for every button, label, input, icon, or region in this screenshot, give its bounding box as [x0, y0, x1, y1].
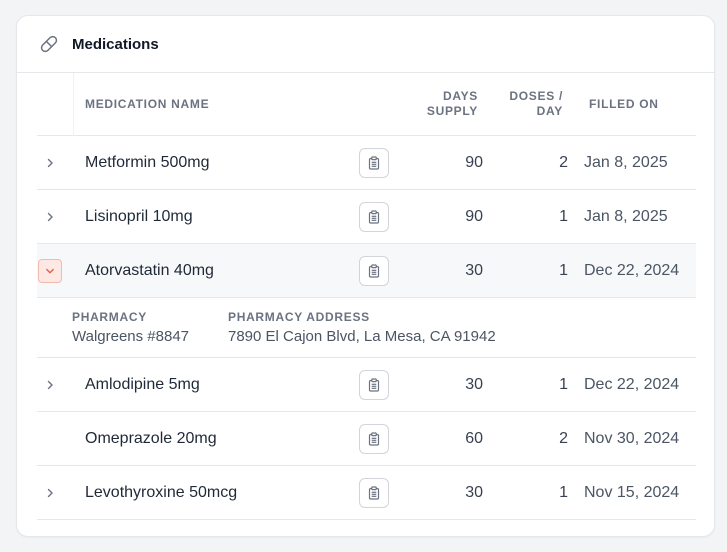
- clipboard-button[interactable]: [359, 147, 389, 178]
- pharmacy-address-value: 7890 El Cajon Blvd, La Mesa, CA 91942: [228, 328, 496, 345]
- clipboard-icon: [368, 209, 380, 224]
- days-supply: 30: [465, 483, 483, 501]
- doses-per-day: 2: [559, 153, 568, 171]
- header-days-line2: SUPPLY: [426, 104, 478, 118]
- medication-name: Amlodipine 5mg: [85, 375, 200, 393]
- filled-on-date: Nov 15, 2024: [584, 483, 680, 501]
- chevron-down-icon: [46, 268, 54, 273]
- table-row[interactable]: Omeprazole 20mg 60 2 Nov 30, 2024: [37, 412, 696, 466]
- days-supply: 30: [465, 375, 483, 393]
- doses-per-day: 1: [559, 483, 568, 501]
- header-doses-line2: DAY: [536, 104, 563, 118]
- chevron-right-icon: [47, 158, 53, 167]
- medication-name: Omeprazole 20mg: [85, 429, 217, 447]
- expand-row-button[interactable]: [38, 481, 62, 505]
- collapse-row-button[interactable]: [38, 258, 62, 283]
- clipboard-button[interactable]: [359, 255, 389, 286]
- clipboard-button[interactable]: [359, 201, 389, 232]
- table-row[interactable]: Levothyroxine 50mcg 30 1 Nov 15, 2024: [37, 466, 696, 520]
- card-header: Medications: [17, 16, 714, 73]
- pharmacy-address-label: PHARMACY ADDRESS: [228, 310, 370, 324]
- table-row[interactable]: Metformin 500mg 90 2 Jan 8, 2025: [37, 136, 696, 190]
- clipboard-button[interactable]: [359, 477, 389, 508]
- medications-table: MEDICATION NAME DAYS SUPPLY DOSES / DAY …: [37, 73, 696, 520]
- clipboard-button[interactable]: [359, 423, 389, 454]
- table-row[interactable]: Lisinopril 10mg 90 1 Jan 8, 2025: [37, 190, 696, 244]
- medication-name: Metformin 500mg: [85, 153, 210, 171]
- days-supply: 60: [465, 429, 483, 447]
- clipboard-icon: [368, 377, 380, 392]
- pharmacy-label: PHARMACY: [72, 310, 147, 324]
- clipboard-icon: [368, 155, 380, 170]
- header-days-supply: DAYS SUPPLY: [427, 89, 478, 119]
- filled-on-date: Nov 30, 2024: [584, 429, 680, 447]
- header-doses-line1: DOSES /: [509, 89, 563, 103]
- clipboard-icon: [368, 431, 380, 446]
- table-row[interactable]: Amlodipine 5mg 30 1 Dec 22, 2024: [37, 358, 696, 412]
- card-title: Medications: [72, 35, 159, 53]
- doses-per-day: 1: [559, 375, 568, 393]
- filled-on-date: Dec 22, 2024: [584, 375, 680, 393]
- header-filled-on: FILLED ON: [589, 97, 659, 111]
- days-supply: 90: [465, 153, 483, 171]
- clipboard-button[interactable]: [359, 369, 389, 400]
- chevron-right-icon: [47, 212, 53, 221]
- clipboard-icon: [368, 263, 380, 278]
- header-doses-per-day: DOSES / DAY: [509, 89, 563, 119]
- pharmacy-value: Walgreens #8847: [72, 328, 190, 345]
- expand-row-button[interactable]: [38, 373, 62, 397]
- table-header: MEDICATION NAME DAYS SUPPLY DOSES / DAY …: [37, 73, 696, 136]
- medications-card: Medications MEDICATION NAME DAYS SUPPLY …: [16, 15, 715, 537]
- medication-name: Levothyroxine 50mcg: [85, 483, 238, 501]
- doses-per-day: 2: [559, 429, 568, 447]
- header-medication-name: MEDICATION NAME: [85, 97, 210, 111]
- expand-row-button[interactable]: [38, 151, 62, 175]
- chevron-right-icon: [47, 380, 53, 389]
- expand-row-button[interactable]: [38, 205, 62, 229]
- days-supply: 90: [465, 207, 483, 225]
- row-detail-panel: PHARMACY Walgreens #8847 PHARMACY ADDRES…: [37, 298, 696, 358]
- header-days-line1: DAYS: [442, 89, 478, 103]
- doses-per-day: 1: [559, 207, 568, 225]
- doses-per-day: 1: [559, 261, 568, 279]
- clipboard-icon: [368, 485, 380, 500]
- filled-on-date: Jan 8, 2025: [584, 207, 668, 225]
- medication-name: Lisinopril 10mg: [85, 207, 193, 225]
- filled-on-date: Dec 22, 2024: [584, 261, 680, 279]
- table-row-expanded[interactable]: Atorvastatin 40mg 30 1 Dec 22, 2024: [37, 244, 696, 298]
- pill-icon: [40, 35, 58, 53]
- days-supply: 30: [465, 261, 483, 279]
- filled-on-date: Jan 8, 2025: [584, 153, 668, 171]
- medication-name: Atorvastatin 40mg: [85, 261, 214, 279]
- header-divider: [73, 73, 74, 136]
- chevron-right-icon: [47, 488, 53, 497]
